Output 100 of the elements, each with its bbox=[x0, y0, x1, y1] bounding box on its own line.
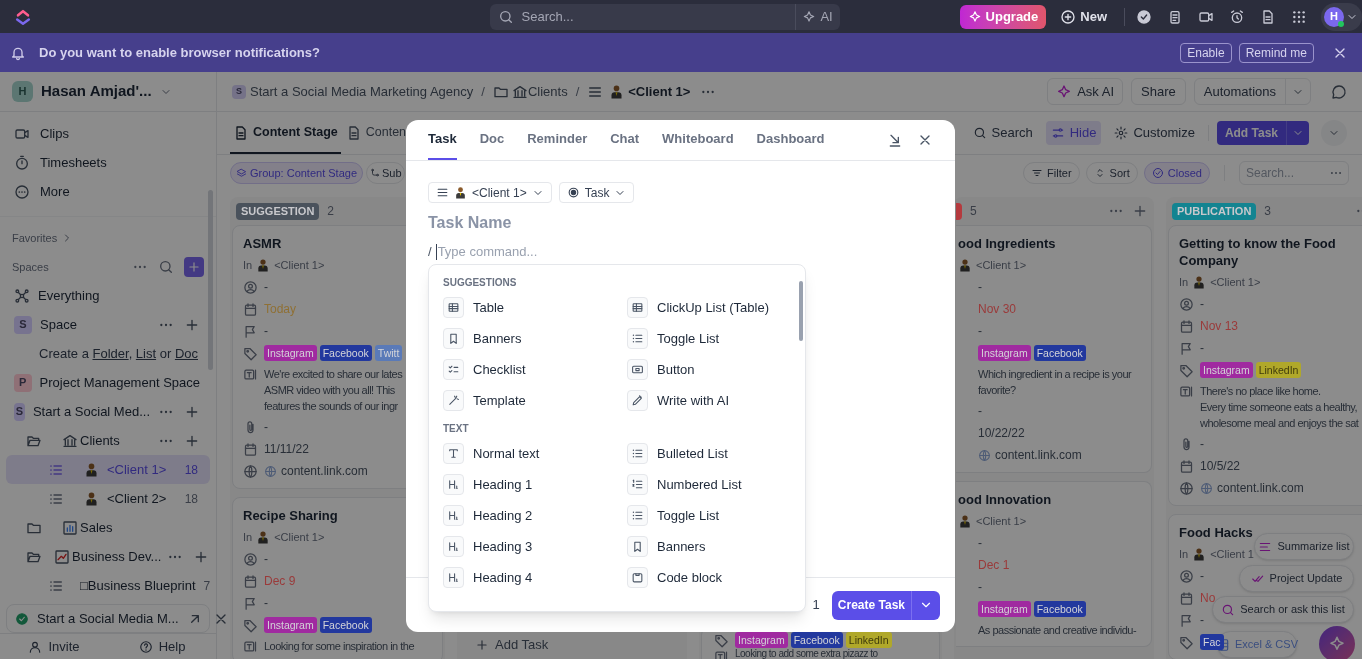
ask-ai-button[interactable]: Ask AI bbox=[1047, 78, 1124, 105]
sidebar-item[interactable]: Space bbox=[40, 314, 77, 335]
tag[interactable]: Instagram bbox=[978, 601, 1031, 617]
menu-item[interactable]: ClickUp List (Table) bbox=[627, 292, 797, 323]
card-title[interactable]: Recipe Sharing bbox=[243, 507, 338, 524]
search-field[interactable]: Search... bbox=[489, 3, 795, 30]
section-label[interactable]: Favorites bbox=[12, 229, 58, 247]
sidebar-item[interactable]: Timesheets bbox=[40, 152, 107, 173]
scrollbar[interactable] bbox=[208, 190, 213, 370]
toolbar-button[interactable]: Customize bbox=[1109, 121, 1200, 145]
task-card[interactable]: ood Innovation <Client 1> - Dec 1 - Instagram Facebook As passionate and creative individu- bbox=[956, 481, 1152, 647]
dialog-tab[interactable]: Whiteboard bbox=[662, 128, 734, 160]
menu-item[interactable]: Toggle List bbox=[627, 323, 797, 354]
tag[interactable]: Instagram bbox=[735, 632, 788, 648]
card-title[interactable]: Food Hacks bbox=[1179, 524, 1253, 541]
toolbar-button[interactable]: Hide bbox=[1045, 121, 1102, 145]
menu-item[interactable]: Button bbox=[627, 354, 797, 385]
plus-icon[interactable] bbox=[1132, 203, 1148, 219]
location-select[interactable]: <Client 1> bbox=[428, 182, 552, 203]
link-text[interactable]: content.link.com bbox=[1217, 479, 1304, 497]
menu-item[interactable]: Bulleted List bbox=[627, 438, 797, 469]
tag[interactable]: Instagram bbox=[264, 345, 317, 361]
tag[interactable]: Facebook bbox=[1033, 345, 1086, 361]
tag[interactable]: Fac bbox=[1200, 634, 1224, 650]
filter-button[interactable]: Closed bbox=[1143, 162, 1210, 184]
alarm-clock-icon[interactable] bbox=[1229, 8, 1245, 25]
dialog-tab[interactable]: Doc bbox=[479, 128, 505, 160]
workspace-name[interactable]: Hasan Amjad'... bbox=[41, 80, 152, 103]
sidebar-item[interactable]: Project Management Space bbox=[39, 372, 200, 393]
view-tab[interactable]: Conten bbox=[342, 113, 410, 154]
add-task-button[interactable]: Add Task bbox=[459, 633, 685, 657]
menu-item[interactable]: Code block bbox=[627, 562, 797, 593]
board-search-field[interactable]: Search... bbox=[1239, 161, 1349, 185]
tag[interactable]: Facebook bbox=[319, 345, 372, 361]
sidebar-item[interactable]: Everything bbox=[38, 285, 100, 306]
minimize-icon[interactable] bbox=[887, 132, 903, 148]
menu-item[interactable]: Toggle List bbox=[627, 500, 797, 531]
document-icon[interactable] bbox=[1260, 8, 1276, 25]
menu-item[interactable]: Checklist bbox=[443, 354, 627, 385]
menu-item[interactable]: Banners bbox=[443, 323, 627, 354]
tag[interactable]: Facebook bbox=[790, 632, 843, 648]
create-link[interactable]: List bbox=[135, 345, 157, 361]
user-avatar[interactable]: H bbox=[1324, 6, 1344, 27]
task-card[interactable]: ood Ingredients <Client 1> - Nov 30 - Instagram Facebook Which ingredient in a recipe is your favorite? - 10/22/22 content.link.com bbox=[956, 225, 1152, 473]
breadcrumb-link[interactable]: <Client 1> bbox=[628, 81, 691, 102]
upgrade-button[interactable]: Upgrade bbox=[959, 4, 1047, 29]
create-link[interactable]: Folder bbox=[92, 345, 129, 361]
notification-button[interactable]: Remind me bbox=[1238, 42, 1314, 63]
sidebar-item[interactable]: Start a Social Med... bbox=[32, 401, 150, 422]
card-title[interactable]: ASMR bbox=[243, 235, 282, 252]
add-space-button[interactable] bbox=[184, 257, 204, 277]
link-text[interactable]: content.link.com bbox=[281, 462, 368, 480]
group-chip[interactable]: Group: Content Stage bbox=[230, 162, 363, 184]
menu-item[interactable]: Numbered List bbox=[627, 469, 797, 500]
tag[interactable]: Twitt bbox=[374, 345, 403, 361]
menu-item[interactable]: Heading 3 bbox=[443, 531, 627, 562]
tag[interactable]: Instagram bbox=[264, 617, 317, 633]
toolbar-button[interactable]: Search bbox=[967, 121, 1038, 145]
notepad-icon[interactable] bbox=[1167, 8, 1183, 25]
tag[interactable]: Instagram bbox=[978, 345, 1031, 361]
create-link[interactable]: Doc bbox=[174, 345, 198, 361]
card-title[interactable]: ood Innovation bbox=[958, 491, 1052, 508]
dialog-tab[interactable]: Reminder bbox=[527, 128, 588, 160]
share-button[interactable]: Share bbox=[1131, 78, 1186, 105]
dialog-tab[interactable]: Dashboard bbox=[756, 128, 825, 160]
tag[interactable]: Instagram bbox=[1200, 362, 1253, 378]
menu-item[interactable]: Template bbox=[443, 385, 627, 416]
menu-item[interactable]: Heading 2 bbox=[443, 500, 627, 531]
sidebar-item[interactable]: Business Dev... bbox=[72, 546, 162, 567]
task-type-select[interactable]: Task bbox=[558, 182, 635, 203]
sidebar-item[interactable]: More bbox=[40, 181, 70, 202]
ai-action-button[interactable]: Summarize list bbox=[1254, 533, 1354, 560]
tag[interactable]: LinkedIn bbox=[845, 632, 892, 648]
card-title[interactable]: Getting to know the Food Company bbox=[1179, 235, 1362, 269]
sidebar-list-item[interactable]: <Client 2> 18 bbox=[6, 484, 210, 513]
sidebar-item[interactable]: Sales bbox=[80, 517, 113, 538]
apps-grid-icon[interactable] bbox=[1291, 8, 1307, 25]
card-title[interactable]: ood Ingredients bbox=[958, 235, 1056, 252]
dialog-tab[interactable]: Task bbox=[428, 128, 457, 160]
check-circle-icon[interactable] bbox=[1136, 8, 1152, 25]
menu-item[interactable]: Heading 4 bbox=[443, 562, 627, 593]
menu-item[interactable]: Normal text bbox=[443, 438, 627, 469]
breadcrumb-link[interactable]: Clients bbox=[527, 81, 568, 102]
tag[interactable]: Facebook bbox=[1033, 601, 1086, 617]
dialog-tab[interactable]: Chat bbox=[610, 128, 640, 160]
new-button[interactable]: New bbox=[1060, 6, 1108, 27]
menu-item[interactable]: Table bbox=[443, 292, 627, 323]
ai-button[interactable]: AI bbox=[794, 3, 840, 30]
menu-item[interactable]: Banners bbox=[627, 531, 797, 562]
scrollbar[interactable] bbox=[799, 281, 803, 341]
search-icon[interactable] bbox=[158, 259, 174, 275]
tag[interactable]: LinkedIn bbox=[1255, 362, 1302, 378]
breadcrumb-link[interactable]: Start a Social Media Marketing Agency bbox=[250, 81, 474, 102]
task-card[interactable]: Getting to know the Food Company In <Client 1> - Nov 13 - Instagram LinkedIn There's no place like home. Every time someone eats a healthy, wholesome meal and enjoys the sat - 10/5/22 content.link.com bbox=[1168, 225, 1362, 506]
sidebar-list-item[interactable]: □Business Blueprint 7 bbox=[6, 571, 210, 600]
menu-item[interactable]: Write with AI bbox=[627, 385, 797, 416]
command-field[interactable]: Type command... bbox=[435, 243, 636, 260]
notification-button[interactable]: Enable bbox=[1180, 42, 1232, 63]
chat-icon[interactable] bbox=[1331, 83, 1347, 100]
sidebar-list-item[interactable]: <Client 1> 18 bbox=[6, 455, 210, 484]
